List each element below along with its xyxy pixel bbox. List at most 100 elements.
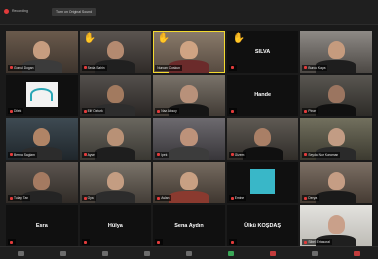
muted-mic-icon xyxy=(304,240,308,244)
participant-video-head xyxy=(106,171,124,191)
participant-name-tag: Gizem xyxy=(228,151,247,158)
participant-name: Seyda Nur Karaman xyxy=(308,152,339,157)
participant-status-tag xyxy=(228,238,237,245)
muted-mic-icon xyxy=(10,240,13,244)
recording-indicator[interactable]: Recording xyxy=(4,9,28,14)
muted-mic-icon xyxy=(230,153,234,157)
participant-tile[interactable]: Tulay Tan xyxy=(6,161,78,204)
end-meeting-button[interactable] xyxy=(354,250,360,256)
muted-mic-icon xyxy=(83,66,87,70)
participant-name-tag: Ipek xyxy=(155,151,170,158)
participant-video-head xyxy=(327,171,345,191)
recording-label: Recording xyxy=(12,9,28,13)
muted-mic-icon xyxy=(157,153,161,157)
video-icon[interactable] xyxy=(60,250,66,256)
muted-mic-icon xyxy=(304,197,308,201)
participant-tile[interactable]: ✋ Seda Sahin xyxy=(79,31,152,73)
participant-tile[interactable]: Hülya xyxy=(79,205,152,247)
participant-tile[interactable]: ✋ Nurcan Coskun xyxy=(153,31,225,73)
muted-mic-icon xyxy=(304,66,308,70)
participant-tile[interactable]: Emine xyxy=(226,161,299,204)
participant-name-tag: Oya xyxy=(81,195,96,202)
muted-mic-icon xyxy=(230,109,234,113)
meeting-controls xyxy=(0,246,378,259)
participant-tile[interactable]: SILVA ✋ xyxy=(226,31,299,73)
participant-tile[interactable]: Gizem xyxy=(226,118,299,160)
participant-video-head xyxy=(106,84,124,103)
participant-tile[interactable]: Ipek xyxy=(153,118,225,160)
muted-mic-icon xyxy=(10,66,13,70)
muted-mic-icon xyxy=(83,153,87,157)
participant-name-tag: Elif Ozturk xyxy=(81,108,105,115)
participant-status-tag xyxy=(228,64,237,71)
participant-display-name: Hande xyxy=(254,92,271,99)
participant-tile[interactable]: Dilek xyxy=(6,74,78,117)
reactions-icon[interactable] xyxy=(312,250,318,256)
participant-status-tag xyxy=(81,238,90,245)
participant-tile[interactable]: Sena Aydın xyxy=(153,205,225,247)
participant-display-name: Esra xyxy=(35,223,48,230)
participant-name-tag: Pinar xyxy=(302,108,319,115)
participant-video-head xyxy=(33,40,51,60)
participant-video-head xyxy=(180,84,198,103)
participant-tile[interactable]: Pinar xyxy=(300,74,372,117)
participant-video-head xyxy=(327,40,345,60)
participant-name-tag: Dilek xyxy=(8,108,24,115)
participant-status-tag xyxy=(8,238,16,245)
record-icon[interactable] xyxy=(270,250,276,256)
participants-icon[interactable] xyxy=(144,250,150,256)
participant-name: Gonul Dogan xyxy=(14,65,34,70)
participant-name-tag: Derya xyxy=(302,195,320,202)
muted-mic-icon xyxy=(83,109,87,113)
original-sound-button[interactable]: Turn on Original Sound xyxy=(52,8,97,16)
participant-tile[interactable]: Burcu Kaya xyxy=(300,31,372,73)
participant-name-tag: Seyda Nur Karaman xyxy=(302,151,341,158)
participant-display-name: Hülya xyxy=(107,223,123,230)
muted-mic-icon xyxy=(157,197,161,201)
muted-mic-icon xyxy=(83,240,87,244)
participant-tile[interactable]: Sibel Ertasoral xyxy=(300,205,372,247)
participant-video-head xyxy=(33,128,51,147)
share-screen-icon[interactable] xyxy=(228,250,234,256)
participant-tile[interactable]: Oya xyxy=(79,161,152,204)
participant-tile[interactable]: Derya xyxy=(300,161,372,204)
participant-name: Berna Saglam xyxy=(14,152,35,157)
participant-tile[interactable]: Berna Saglam xyxy=(6,118,78,160)
participant-video-body xyxy=(242,147,283,160)
participant-video-head xyxy=(180,40,198,60)
participant-name: Ipek xyxy=(161,152,168,157)
raised-hand-icon: ✋ xyxy=(232,33,245,45)
participant-tile[interactable]: Naz Aksoy xyxy=(153,74,225,117)
participant-tile[interactable]: Ülkü KOŞDAŞ xyxy=(226,205,299,247)
participant-tile[interactable]: Aslan xyxy=(153,161,225,204)
participant-video-head xyxy=(327,128,345,147)
participant-video-body xyxy=(316,103,357,117)
participant-name: Sibel Ertasoral xyxy=(308,239,330,244)
muted-mic-icon xyxy=(304,153,308,157)
muted-mic-icon xyxy=(230,66,234,70)
raised-hand-icon: ✋ xyxy=(157,33,170,45)
participant-video-head xyxy=(254,128,272,147)
participant-tile[interactable]: Ayse xyxy=(79,118,152,160)
participant-tile[interactable]: Esra xyxy=(6,205,78,247)
participant-video-body xyxy=(95,190,136,204)
security-icon[interactable] xyxy=(102,250,108,256)
participant-tile[interactable]: Gonul Dogan xyxy=(6,31,78,73)
muted-mic-icon xyxy=(157,240,161,244)
meeting-top-bar: Recording Turn on Original Sound xyxy=(0,0,378,25)
muted-mic-icon xyxy=(10,153,13,157)
participant-display-name: Sena Aydın xyxy=(174,223,204,230)
participant-name-tag: Ayse xyxy=(81,151,97,158)
chat-icon[interactable] xyxy=(186,250,192,256)
participant-name: Seda Sahin xyxy=(87,65,105,70)
muted-mic-icon xyxy=(304,109,308,113)
participant-name: Derya xyxy=(308,196,318,201)
raised-hand-icon: ✋ xyxy=(83,33,97,45)
participant-tile[interactable]: Seyda Nur Karaman xyxy=(300,118,372,160)
mute-icon[interactable] xyxy=(18,250,24,256)
participant-tile[interactable]: Elif Ozturk xyxy=(79,74,152,117)
participant-name-tag: Sibel Ertasoral xyxy=(302,238,332,245)
participant-video-head xyxy=(180,171,198,191)
participant-name-tag: Aslan xyxy=(155,195,172,202)
participant-tile[interactable]: Hande xyxy=(226,74,299,117)
